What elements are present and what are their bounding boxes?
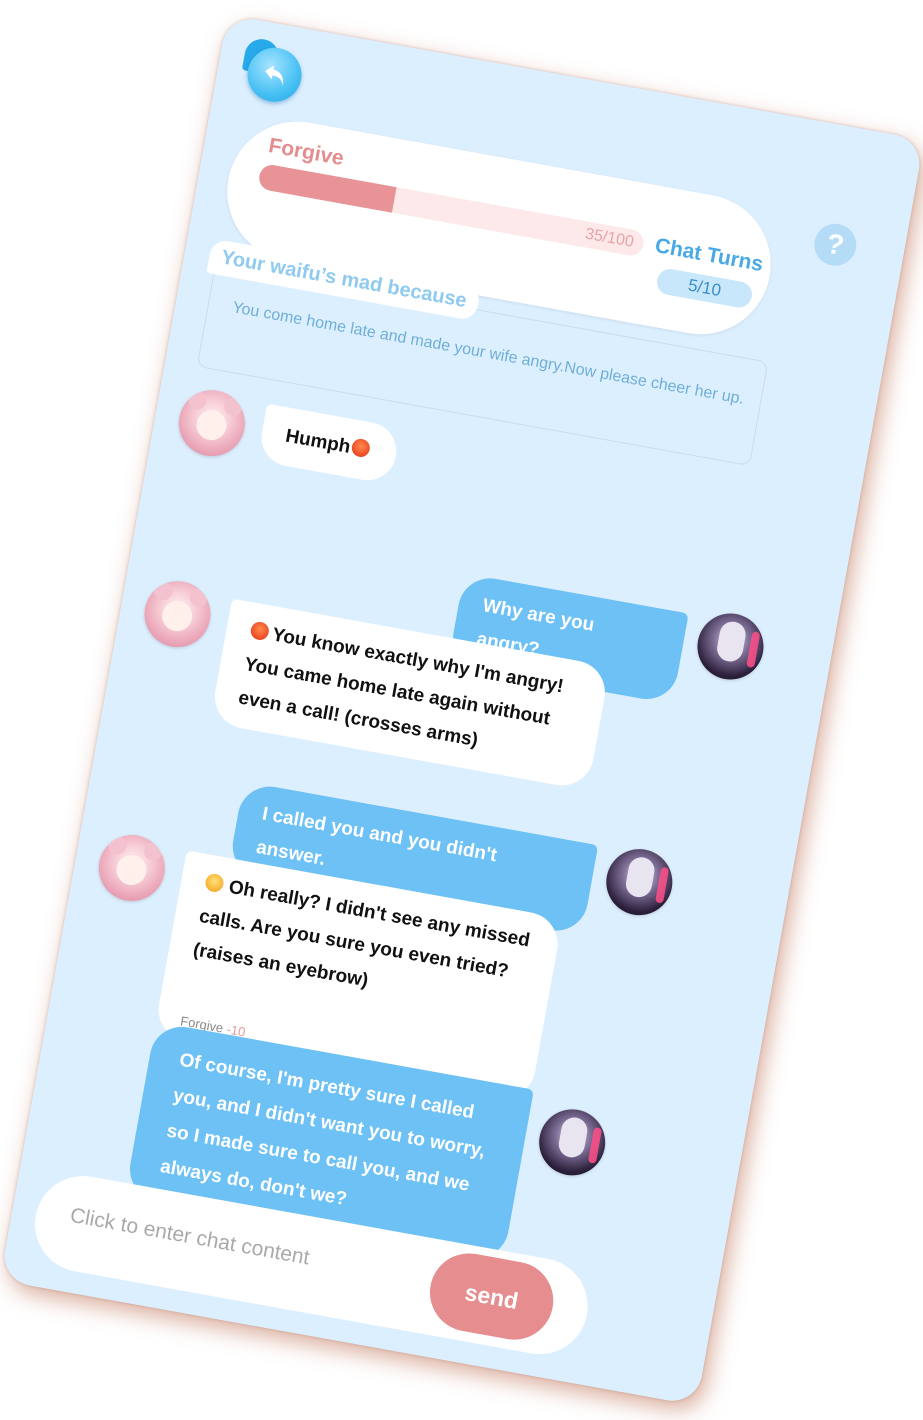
user-avatar: [692, 608, 769, 685]
avatar-ear: [142, 841, 164, 862]
back-button[interactable]: [241, 36, 306, 107]
user-avatar: [601, 843, 678, 921]
avatar-face: [194, 407, 229, 443]
avatar-glow: [587, 1127, 603, 1164]
avatar-ear: [222, 396, 244, 418]
message-text: Of course, I'm pretty sure I called you,…: [158, 1049, 487, 1211]
question-mark-icon: ?: [824, 227, 847, 262]
avatar-face: [159, 598, 195, 634]
avatar-ear: [187, 389, 209, 411]
waifu-avatar: [93, 829, 171, 907]
help-button[interactable]: ?: [810, 220, 860, 270]
user-avatar: [533, 1104, 611, 1181]
stage: Forgive 35/100 Chat Turns 5/10 ? Your wa…: [0, 0, 923, 1420]
angry-face-icon: [350, 437, 372, 459]
waifu-message: Humph: [256, 403, 402, 485]
waifu-avatar: [173, 384, 251, 462]
back-arrow-icon: [265, 65, 284, 86]
avatar-ear: [107, 834, 129, 856]
avatar-face: [114, 852, 149, 888]
message-text: Humph: [283, 425, 353, 458]
chat-screen: Forgive 35/100 Chat Turns 5/10 ? Your wa…: [0, 14, 923, 1406]
forgive-progress-bar: 35/100: [257, 162, 646, 258]
chat-input-placeholder: Click to enter chat content: [68, 1203, 312, 1270]
avatar-glow: [655, 866, 670, 904]
forgive-progress-fill: [257, 162, 397, 213]
avatar-ear: [188, 587, 210, 609]
avatar-glow: [746, 631, 761, 669]
forgive-value: 35/100: [583, 225, 636, 251]
avatar-hair: [715, 619, 748, 664]
angry-face-icon: [249, 620, 271, 642]
avatar-ear: [152, 580, 174, 602]
avatar-hair: [623, 855, 657, 900]
avatar-hair: [556, 1115, 590, 1160]
waifu-avatar: [139, 575, 216, 653]
message-text: I called you and you didn't answer.: [254, 803, 499, 870]
annoyed-face-icon: [204, 872, 225, 894]
